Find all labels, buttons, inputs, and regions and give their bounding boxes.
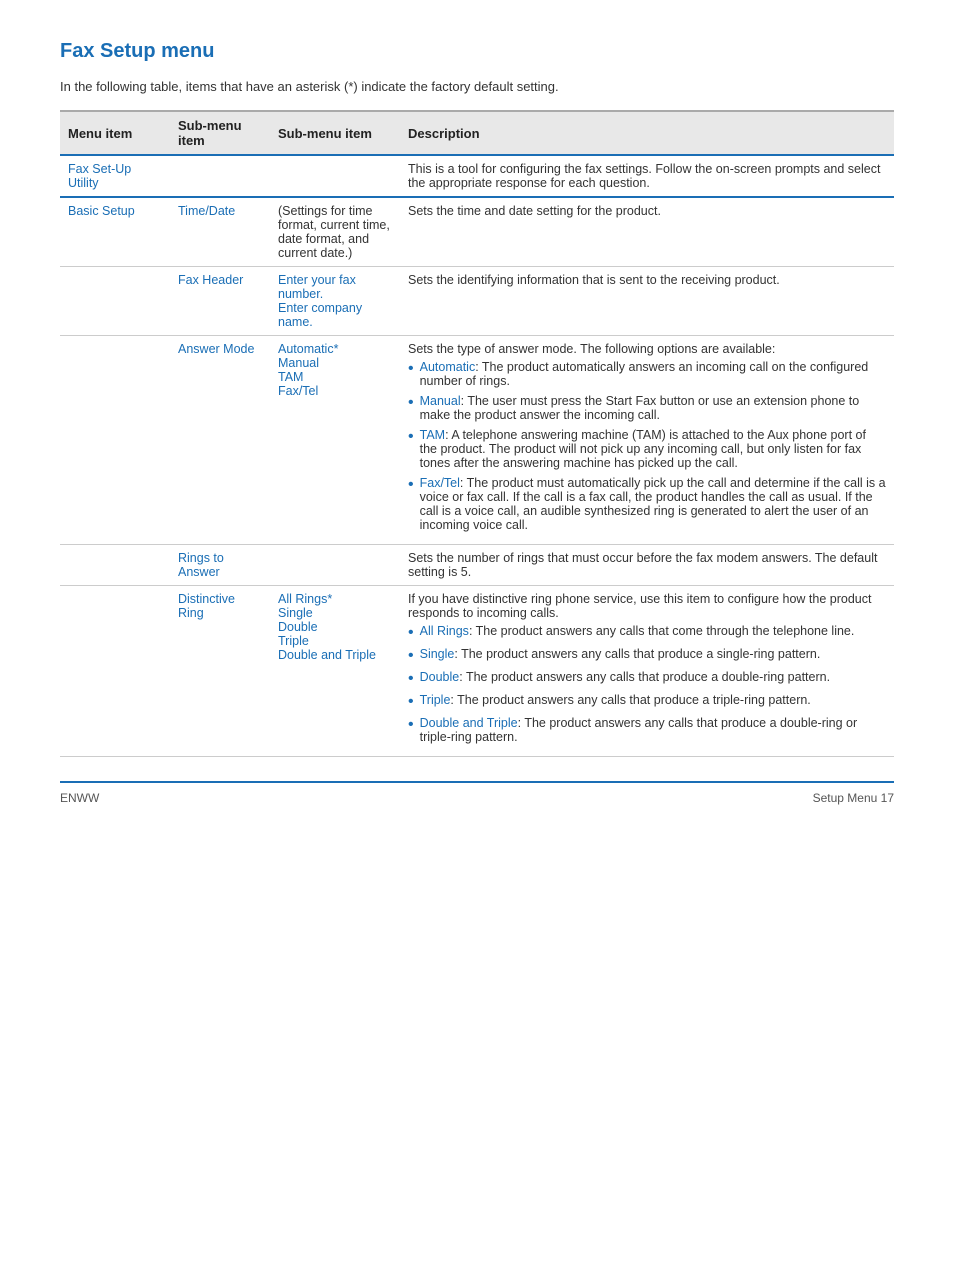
table-header-row: Menu item Sub-menu item Sub-menu item De… bbox=[60, 111, 894, 155]
cell-menu: Fax Set-Up Utility bbox=[60, 155, 170, 197]
cell-sub1: Rings to Answer bbox=[170, 545, 270, 586]
cell-sub2 bbox=[270, 155, 400, 197]
cell-desc: Sets the time and date setting for the p… bbox=[400, 197, 894, 267]
cell-sub2 bbox=[270, 545, 400, 586]
col-header-desc: Description bbox=[400, 111, 894, 155]
fax-setup-table: Menu item Sub-menu item Sub-menu item De… bbox=[60, 110, 894, 757]
table-row: Distinctive RingAll Rings*SingleDoubleTr… bbox=[60, 586, 894, 757]
col-header-sub2: Sub-menu item bbox=[270, 111, 400, 155]
list-item: •Triple: The product answers any calls t… bbox=[408, 693, 886, 710]
table-row: Basic SetupTime/Date(Settings for time f… bbox=[60, 197, 894, 267]
cell-desc: If you have distinctive ring phone servi… bbox=[400, 586, 894, 757]
list-item: •All Rings: The product answers any call… bbox=[408, 624, 886, 641]
cell-desc: Sets the number of rings that must occur… bbox=[400, 545, 894, 586]
list-item: •Double and Triple: The product answers … bbox=[408, 716, 886, 744]
cell-menu bbox=[60, 267, 170, 336]
list-item: •Single: The product answers any calls t… bbox=[408, 647, 886, 664]
footer: ENWW Setup Menu 17 bbox=[60, 781, 894, 805]
intro-text: In the following table, items that have … bbox=[60, 79, 894, 94]
cell-desc: Sets the type of answer mode. The follow… bbox=[400, 336, 894, 545]
cell-menu bbox=[60, 586, 170, 757]
list-item: •Fax/Tel: The product must automatically… bbox=[408, 476, 886, 532]
cell-sub1: Fax Header bbox=[170, 267, 270, 336]
cell-menu: Basic Setup bbox=[60, 197, 170, 267]
cell-sub1: Time/Date bbox=[170, 197, 270, 267]
table-row: Fax HeaderEnter your fax number.Enter co… bbox=[60, 267, 894, 336]
table-row: Fax Set-Up Utility This is a tool for con… bbox=[60, 155, 894, 197]
col-header-sub1: Sub-menu item bbox=[170, 111, 270, 155]
cell-sub1: Distinctive Ring bbox=[170, 586, 270, 757]
list-item: •Manual: The user must press the Start F… bbox=[408, 394, 886, 422]
page-title: Fax Setup menu bbox=[60, 40, 894, 63]
cell-sub2: All Rings*SingleDoubleTripleDouble and T… bbox=[270, 586, 400, 757]
footer-left: ENWW bbox=[60, 791, 99, 805]
cell-sub1 bbox=[170, 155, 270, 197]
cell-sub2: Enter your fax number.Enter company name… bbox=[270, 267, 400, 336]
footer-right: Setup Menu 17 bbox=[813, 791, 894, 805]
table-row: Rings to Answer Sets the number of rings … bbox=[60, 545, 894, 586]
cell-menu bbox=[60, 545, 170, 586]
list-item: •Automatic: The product automatically an… bbox=[408, 360, 886, 388]
cell-sub2: Automatic*ManualTAMFax/Tel bbox=[270, 336, 400, 545]
cell-sub2: (Settings for time format, current time,… bbox=[270, 197, 400, 267]
cell-desc: Sets the identifying information that is… bbox=[400, 267, 894, 336]
list-item: •Double: The product answers any calls t… bbox=[408, 670, 886, 687]
cell-menu bbox=[60, 336, 170, 545]
list-item: •TAM: A telephone answering machine (TAM… bbox=[408, 428, 886, 470]
table-row: Answer ModeAutomatic*ManualTAMFax/TelSet… bbox=[60, 336, 894, 545]
cell-desc: This is a tool for configuring the fax s… bbox=[400, 155, 894, 197]
col-header-menu: Menu item bbox=[60, 111, 170, 155]
cell-sub1: Answer Mode bbox=[170, 336, 270, 545]
